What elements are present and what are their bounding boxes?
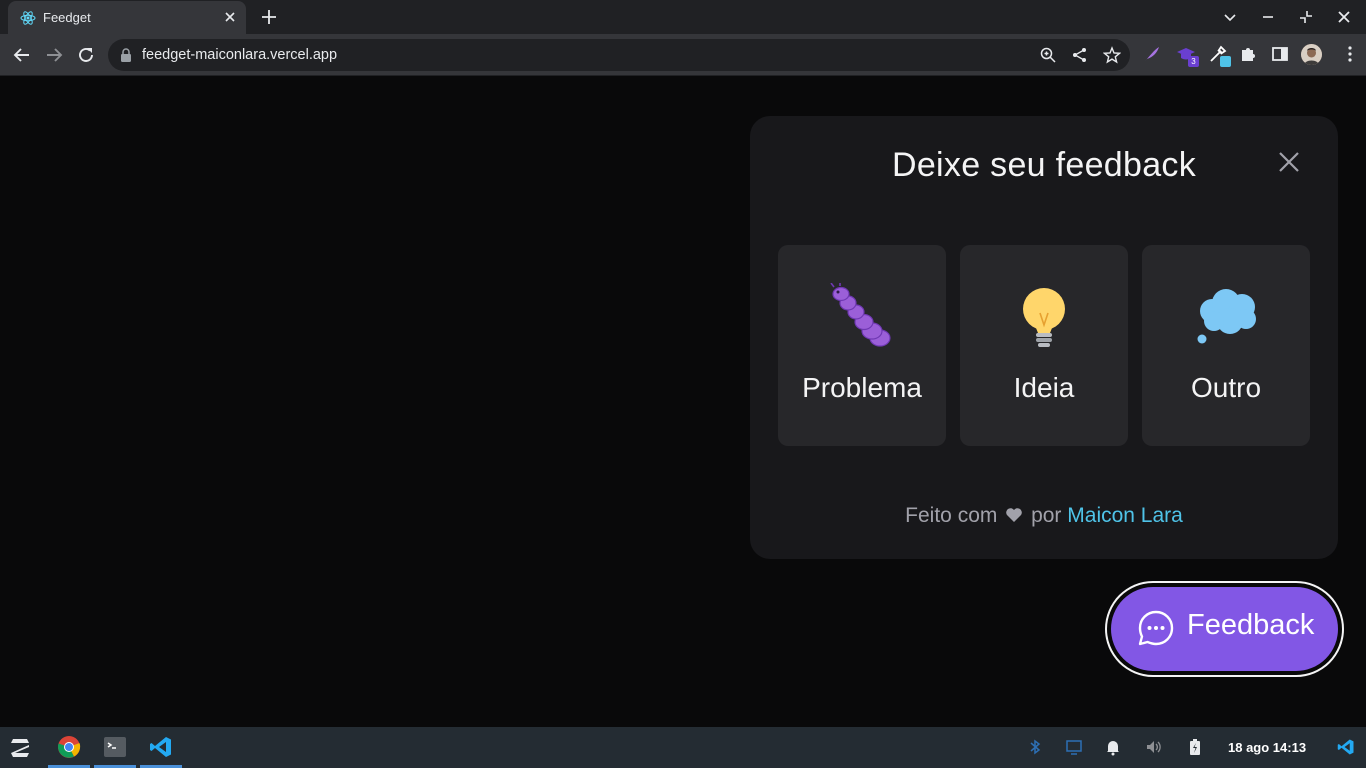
new-tab-icon[interactable] <box>258 6 280 28</box>
taskbar-vscode[interactable] <box>140 727 182 768</box>
feedback-type-label: Outro <box>1190 372 1262 403</box>
tab-strip: Feedget <box>0 0 1366 34</box>
feedback-type-idea[interactable]: Ideia <box>960 245 1128 446</box>
taskbar-clock[interactable]: 18 ago 14:13 <box>1228 740 1306 755</box>
display-icon[interactable] <box>1065 738 1083 756</box>
lightbulb-icon <box>1023 288 1065 347</box>
side-panel-icon[interactable] <box>1270 44 1290 64</box>
taskbar-terminal[interactable] <box>94 727 136 768</box>
back-arrow-icon[interactable] <box>11 44 33 66</box>
browser-toolbar: feedget-maiconlara.vercel.app 3 <box>0 34 1366 76</box>
picker-badge <box>1220 56 1231 67</box>
lock-icon[interactable] <box>120 48 132 62</box>
minimize-icon[interactable] <box>1258 7 1278 27</box>
chrome-icon <box>58 736 81 758</box>
page-viewport: Deixe seu feedback Problema Ideia Outro … <box>0 77 1366 727</box>
zoom-icon[interactable] <box>1039 46 1057 64</box>
close-icon[interactable] <box>1276 149 1302 175</box>
profile-avatar[interactable] <box>1301 44 1322 65</box>
address-bar[interactable]: feedget-maiconlara.vercel.app <box>108 39 1130 71</box>
widget-title: Deixe seu feedback <box>891 146 1197 184</box>
bug-icon <box>830 283 891 347</box>
extension-badge: 3 <box>1188 56 1199 67</box>
picker-extension[interactable] <box>1208 44 1231 67</box>
graduation-extension[interactable]: 3 <box>1176 44 1199 67</box>
volume-icon[interactable] <box>1145 738 1163 756</box>
close-tab-icon[interactable] <box>220 7 240 27</box>
bluetooth-icon[interactable] <box>1026 738 1044 756</box>
footer-by: por <box>1031 504 1062 527</box>
feedback-type-label: Problema <box>802 372 922 403</box>
zorin-logo-icon <box>11 739 29 757</box>
bell-icon[interactable] <box>1104 738 1122 756</box>
widget-footer: Feito com por Maicon Lara <box>750 504 1338 528</box>
profile-photo-icon <box>1301 44 1322 65</box>
feedback-type-other[interactable]: Outro <box>1142 245 1310 446</box>
chat-bubble-icon <box>1138 610 1174 646</box>
reload-icon[interactable] <box>75 44 97 66</box>
thought-balloon-icon <box>1197 289 1256 344</box>
share-icon[interactable] <box>1071 46 1089 64</box>
feedback-widget: Deixe seu feedback Problema Ideia Outro … <box>750 116 1338 559</box>
browser-tab[interactable]: Feedget <box>8 1 246 34</box>
url-text[interactable]: feedget-maiconlara.vercel.app <box>142 47 337 63</box>
feedback-button[interactable]: Feedback <box>1107 583 1342 675</box>
feedback-button-label: Feedback <box>1187 609 1315 641</box>
taskbar: 18 ago 14:13 <box>0 727 1366 768</box>
vscode-tray-icon[interactable] <box>1337 738 1355 756</box>
bookmark-star-icon[interactable] <box>1103 46 1121 64</box>
extensions-puzzle-icon[interactable] <box>1238 44 1258 64</box>
browser-menu-icon[interactable] <box>1340 44 1360 64</box>
feedback-type-problem[interactable]: Problema <box>778 245 946 446</box>
tab-search-chevron-icon[interactable] <box>1220 7 1240 27</box>
footer-made-with: Feito com <box>905 504 998 527</box>
forward-arrow-icon[interactable] <box>43 44 65 66</box>
restore-icon[interactable] <box>1296 7 1316 27</box>
battery-charging-icon[interactable] <box>1186 738 1204 756</box>
feather-extension-icon[interactable] <box>1142 44 1162 64</box>
taskbar-chrome[interactable] <box>48 727 90 768</box>
terminal-icon <box>104 737 126 757</box>
heart-icon <box>1006 508 1023 522</box>
start-menu-button[interactable] <box>0 727 42 768</box>
vscode-icon <box>150 737 171 757</box>
react-icon <box>20 11 36 25</box>
author-link[interactable]: Maicon Lara <box>1067 504 1183 527</box>
close-window-icon[interactable] <box>1334 7 1354 27</box>
feedback-type-label: Ideia <box>1013 372 1075 403</box>
tab-title: Feedget <box>43 10 91 25</box>
